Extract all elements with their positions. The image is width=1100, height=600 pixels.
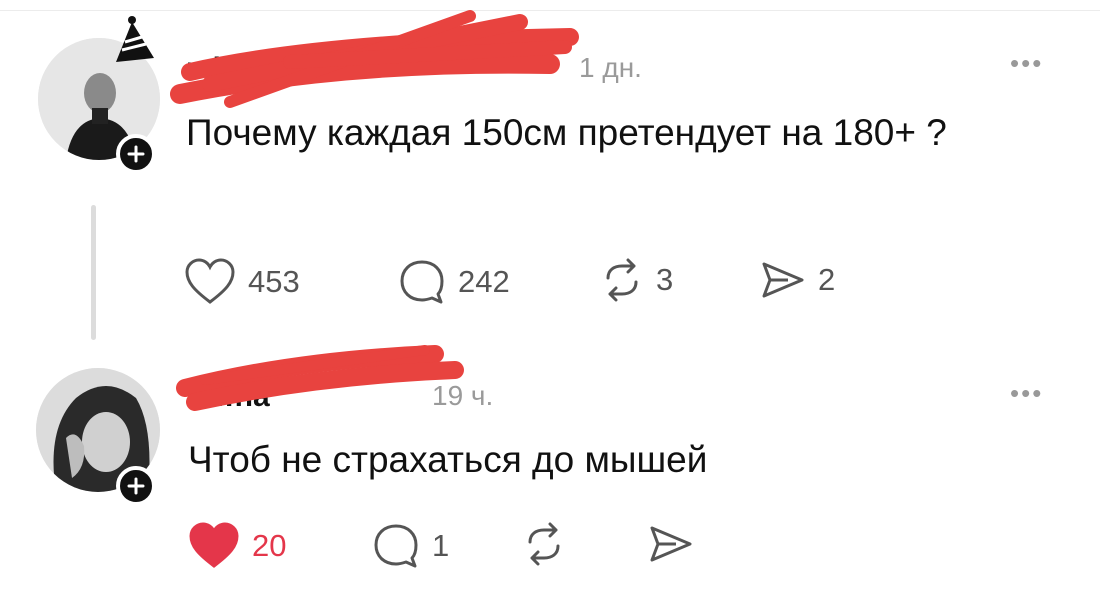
repost-button[interactable]	[522, 522, 566, 566]
repost-count: 3	[656, 262, 674, 297]
like-button[interactable]: 20	[188, 522, 286, 570]
top-divider	[0, 10, 1100, 11]
reply-button[interactable]: 1	[372, 522, 449, 570]
thread-connector	[91, 205, 96, 340]
repost-icon	[606, 258, 638, 302]
heart-icon	[189, 522, 239, 568]
username[interactable]: a…na	[188, 380, 270, 414]
like-count: 453	[248, 264, 300, 299]
follow-plus-icon[interactable]	[116, 134, 156, 174]
threads-feed: mi… 1 дн. ••• Почему каждая 150см претен…	[0, 0, 1100, 600]
post-time: 1 дн.	[579, 52, 642, 83]
more-icon[interactable]: •••	[1010, 378, 1043, 409]
post-time: 19 ч.	[432, 380, 494, 411]
comment-icon	[400, 260, 444, 304]
reply-count: 1	[432, 528, 450, 563]
share-icon	[762, 262, 804, 298]
follow-plus-icon[interactable]	[116, 466, 156, 506]
repost-button[interactable]: 3	[600, 258, 673, 302]
reply-button[interactable]: 242	[398, 258, 510, 306]
post-text: Чтоб не страхаться до мышей	[188, 439, 708, 480]
share-icon	[650, 526, 692, 562]
share-button[interactable]: 2	[760, 258, 835, 302]
share-count: 2	[818, 262, 836, 297]
heart-icon	[185, 258, 235, 304]
share-button[interactable]	[648, 522, 694, 566]
like-button[interactable]: 453	[184, 258, 300, 306]
username[interactable]: mi…	[186, 52, 251, 86]
like-count: 20	[252, 528, 287, 563]
more-icon[interactable]: •••	[1010, 48, 1043, 79]
party-hat-icon	[116, 16, 154, 62]
reply-count: 242	[458, 264, 510, 299]
comment-icon	[374, 524, 418, 568]
repost-icon	[528, 522, 560, 566]
post-text: Почему каждая 150см претендует на 180+ ?	[186, 112, 947, 153]
